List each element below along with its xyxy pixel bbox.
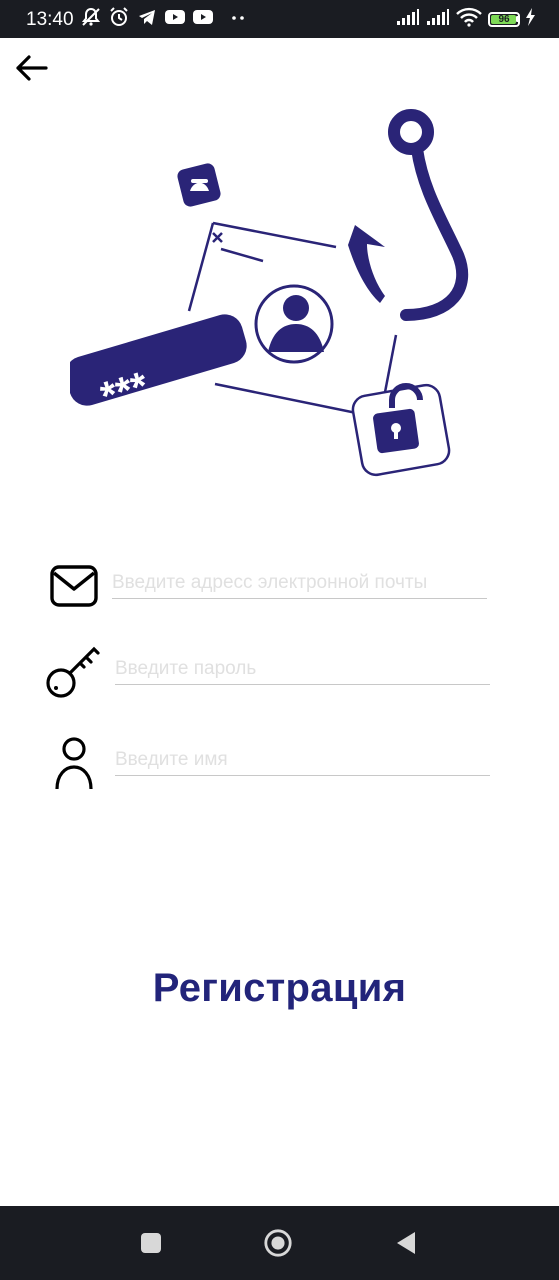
- arrow-left-icon: [16, 55, 48, 81]
- battery-body: 96: [488, 11, 520, 27]
- home-icon: [264, 1229, 292, 1257]
- status-bar: 13:40 96: [0, 0, 559, 38]
- email-input[interactable]: [112, 572, 487, 599]
- youtube-icon: [192, 6, 214, 33]
- home-button[interactable]: [263, 1228, 293, 1258]
- charging-icon: [525, 7, 537, 32]
- signal-icon: [396, 8, 420, 31]
- password-input[interactable]: [115, 658, 490, 685]
- name-row: [44, 733, 494, 793]
- status-time: 13:40: [26, 9, 74, 30]
- navigation-bar: [0, 1206, 559, 1280]
- name-input[interactable]: [115, 749, 490, 776]
- muted-bell-icon: [80, 6, 102, 33]
- status-icons-left: [80, 6, 246, 33]
- email-row: [44, 556, 494, 616]
- signal-icon: [426, 8, 450, 31]
- youtube-icon: [164, 6, 186, 33]
- fishing-hook-icon: [348, 109, 469, 321]
- more-dots-icon: [230, 6, 246, 33]
- battery-icon: 96: [488, 11, 520, 27]
- recent-apps-button[interactable]: [136, 1228, 166, 1258]
- register-button[interactable]: Регистрация: [0, 958, 559, 1018]
- back-button[interactable]: [10, 50, 52, 86]
- password-row: [44, 642, 494, 702]
- avatar-icon: [254, 284, 334, 364]
- status-icons-right: 96: [396, 7, 537, 32]
- telegram-icon: [136, 6, 158, 33]
- envelope-icon: [44, 556, 104, 616]
- phishing-login-illustration: ***: [65, 95, 480, 485]
- password-field-badge: ***: [65, 314, 247, 419]
- back-nav-button[interactable]: [391, 1228, 421, 1258]
- wifi-icon: [456, 7, 482, 32]
- key-icon: [44, 642, 104, 702]
- alarm-icon: [108, 6, 130, 33]
- battery-percentage: 96: [498, 13, 510, 25]
- unlocked-padlock-icon: [351, 383, 451, 477]
- person-icon: [44, 733, 104, 793]
- recent-apps-icon: [141, 1233, 161, 1253]
- back-triangle-icon: [397, 1232, 415, 1254]
- hacker-badge: [177, 163, 221, 207]
